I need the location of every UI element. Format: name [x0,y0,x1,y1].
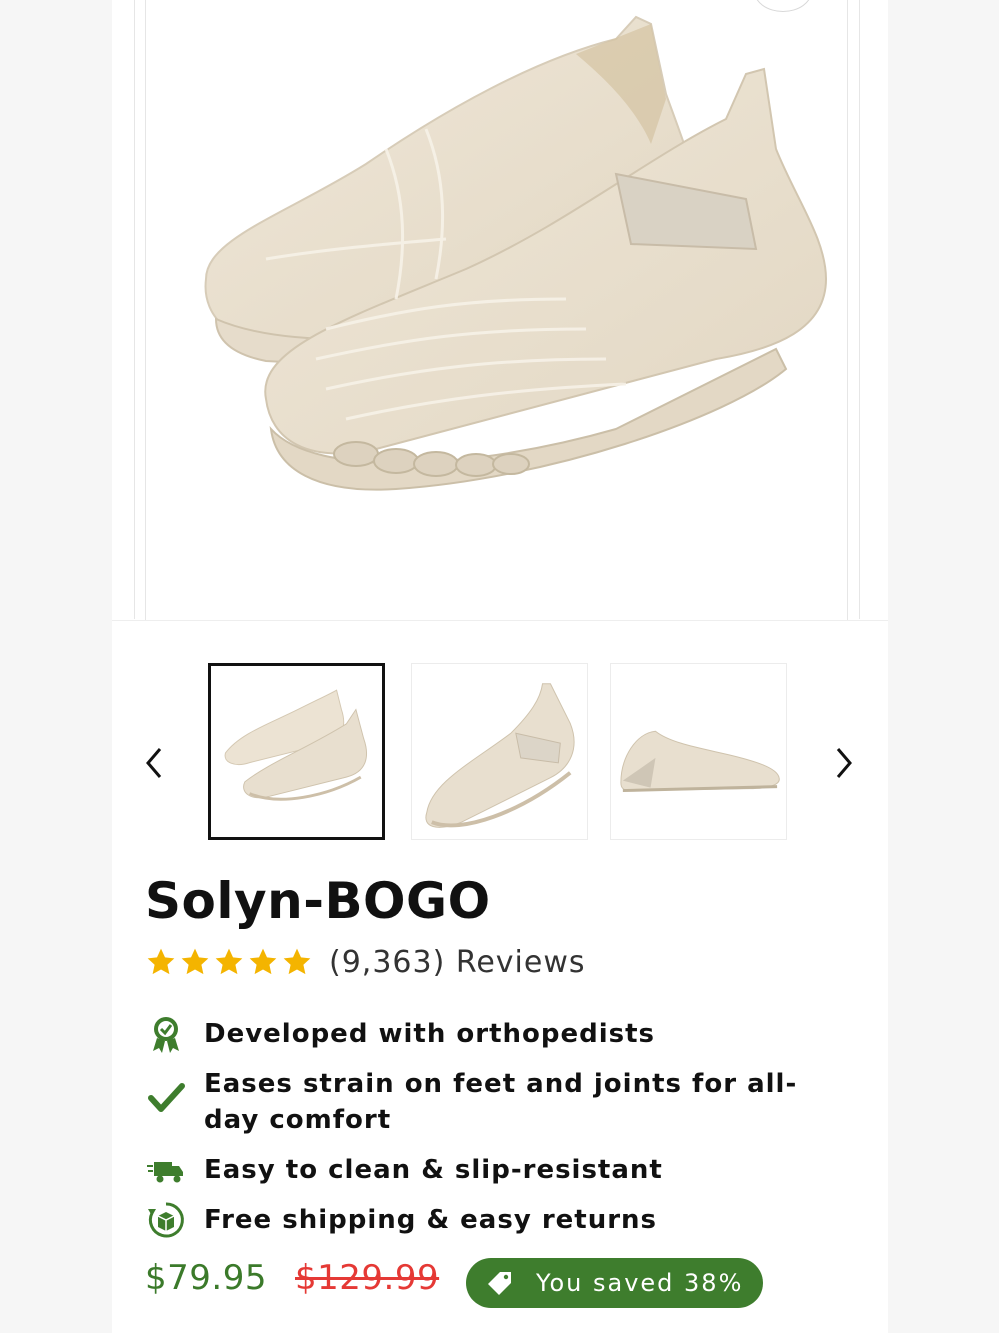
star-icon [147,948,175,975]
shoe-pair-thumbnail [224,689,367,801]
rating-row: (9,363) Reviews [145,940,586,984]
thumbnail-1[interactable] [208,663,385,840]
gallery-divider [112,620,888,621]
savings-text: You saved 38% [536,1269,744,1297]
feature-text: Eases strain on feet and joints for all-… [204,1069,798,1135]
original-price: $129.99 [295,1258,440,1298]
product-page: Solyn-BOGO (9,363) Reviews Developed wit… [112,0,888,1333]
star-rating [145,946,313,978]
gallery-next-button[interactable] [824,740,864,786]
star-icon [283,948,311,975]
checkmark-icon [142,1076,190,1120]
current-price: $79.95 [145,1258,267,1298]
savings-badge: You saved 38% [466,1258,763,1308]
main-product-image[interactable] [145,0,848,621]
star-icon [215,948,243,975]
thumbnail-2[interactable] [411,663,588,840]
star-icon [181,948,209,975]
shoe-pair-image [204,15,828,491]
previous-slide-peek[interactable] [112,0,135,619]
product-title: Solyn-BOGO [145,872,491,930]
feature-text: Developed with orthopedists [204,1019,656,1049]
chevron-right-icon [836,748,852,778]
delivery-truck-icon [142,1148,190,1192]
feature-text: Free shipping & easy returns [204,1205,658,1235]
reviews-link[interactable]: (9,363) Reviews [329,945,586,980]
shoe-profile-thumbnail [620,730,780,793]
feature-text: Easy to clean & slip-resistant [204,1155,663,1185]
shoe-side-thumbnail [425,683,575,828]
award-ribbon-icon [142,1012,190,1056]
chevron-left-icon [146,748,162,778]
return-package-icon [142,1198,190,1242]
thumbnail-3[interactable] [610,663,787,840]
price-tag-icon [488,1272,511,1295]
gallery-prev-button[interactable] [134,740,174,786]
next-slide-peek[interactable] [859,0,888,619]
star-icon [249,948,277,975]
